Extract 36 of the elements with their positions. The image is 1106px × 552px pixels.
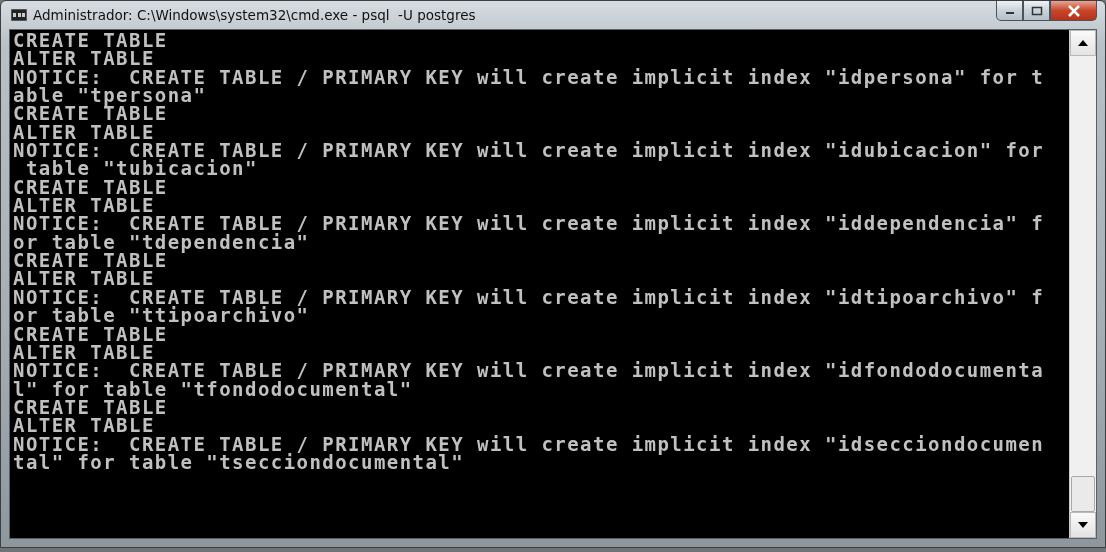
console-line: tal" for table "tsecciondocumental" — [13, 452, 465, 472]
console-line: table "tubicacion" — [24, 159, 258, 178]
maximize-button[interactable] — [1023, 1, 1050, 21]
console-line: ALTER TABLE — [13, 122, 155, 142]
console-line: or table "ttipoarchivo" — [13, 306, 310, 325]
console-line: CREATE TABLE — [13, 251, 168, 270]
scroll-down-button[interactable] — [1070, 512, 1096, 538]
console-line: ALTER TABLE — [13, 342, 155, 362]
console-line: NOTICE: CREATE TABLE / PRIMARY KEY will create implicit index "idfondodocumenta — [13, 361, 1045, 380]
console-line: ALTER TABLE — [13, 416, 155, 435]
console-line: ALTER TABLE — [13, 196, 155, 215]
maximize-icon — [1030, 5, 1043, 16]
console-line: CREATE TABLE — [13, 324, 168, 343]
console-line: NOTICE: CREATE TABLE / PRIMARY KEY will create implicit index "idubicacion" for — [13, 141, 1045, 160]
console-line: CREATE TABLE — [13, 31, 168, 50]
console-line: ALTER TABLE — [13, 49, 155, 68]
scrollbar[interactable] — [1069, 30, 1096, 538]
scroll-thumb[interactable] — [1071, 476, 1095, 512]
console-line: ALTER TABLE — [13, 269, 155, 288]
up-triangle-icon — [1078, 40, 1088, 46]
console-line: NOTICE: CREATE TABLE / PRIMARY KEY will create implicit index "iddependencia" f — [13, 214, 1045, 233]
minimize-button[interactable] — [996, 1, 1023, 21]
console-icon — [11, 9, 27, 21]
console-line: NOTICE: CREATE TABLE / PRIMARY KEY will create implicit index "idtipoarchivo" f — [13, 287, 1045, 307]
console-line: or table "tdependencia" — [13, 232, 310, 252]
console-line: NOTICE: CREATE TABLE / PRIMARY KEY will create implicit index "idsecciondocumen — [13, 434, 1045, 453]
scroll-up-button[interactable] — [1070, 30, 1096, 56]
console-line: CREATE TABLE — [13, 397, 168, 417]
console-line: l" for table "tfondodocumental" — [13, 379, 413, 398]
close-icon — [1066, 4, 1081, 17]
down-triangle-icon — [1078, 522, 1088, 528]
console-line: CREATE TABLE — [13, 177, 168, 197]
window-title: Administrador: C:\Windows\system32\cmd.exe - psql -U postgres — [33, 7, 477, 23]
console-line: NOTICE: CREATE TABLE / PRIMARY KEY will create implicit index "idpersona" for t — [13, 67, 1045, 87]
close-button[interactable] — [1050, 1, 1097, 21]
console-line: able "tpersona" — [13, 86, 207, 105]
